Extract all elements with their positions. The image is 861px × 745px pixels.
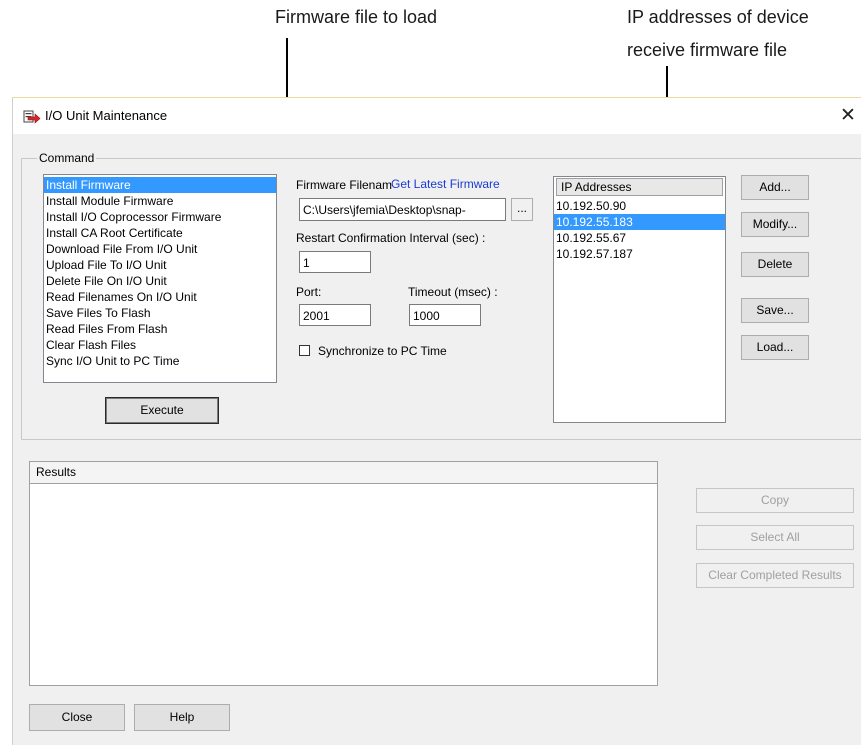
command-list[interactable]: Install Firmware Install Module Firmware I… (43, 174, 277, 383)
callout-ip-line1: IP addresses of device (627, 7, 809, 27)
delete-button[interactable]: Delete (741, 252, 809, 277)
ip-address-list[interactable]: IP Addresses 10.192.50.90 10.192.55.183 10… (553, 176, 726, 423)
select-all-button[interactable]: Select All (696, 525, 854, 550)
command-list-item[interactable]: Delete File On I/O Unit (44, 273, 276, 289)
close-button[interactable]: Close (29, 704, 125, 731)
sync-pc-time-label: Synchronize to PC Time (318, 344, 447, 358)
ip-address-item[interactable]: 10.192.55.183 (554, 214, 725, 230)
callout-ip-line2: receive firmware file (627, 40, 788, 60)
firmware-filename-input[interactable]: C:\Users\jfemia\Desktop\snap- (299, 198, 506, 221)
restart-interval-label: Restart Confirmation Interval (sec) : (296, 231, 486, 245)
command-list-item[interactable]: Install I/O Coprocessor Firmware (44, 209, 276, 225)
ip-address-item[interactable]: 10.192.50.90 (554, 198, 725, 214)
clear-completed-results-button[interactable]: Clear Completed Results (696, 563, 854, 588)
ip-address-item[interactable]: 10.192.55.67 (554, 230, 725, 246)
port-label: Port: (296, 285, 322, 299)
sync-pc-time-checkbox[interactable] (299, 345, 310, 356)
browse-button[interactable]: ... (511, 198, 533, 221)
modify-button[interactable]: Modify... (741, 212, 809, 237)
command-list-item[interactable]: Save Files To Flash (44, 305, 276, 321)
results-panel[interactable]: Results (29, 461, 658, 686)
command-list-item[interactable]: Read Files From Flash (44, 321, 276, 337)
title-bar: I/O Unit Maintenance ✕ (13, 98, 861, 134)
ip-address-item[interactable]: 10.192.57.187 (554, 246, 725, 262)
io-unit-maintenance-window: I/O Unit Maintenance ✕ Command Install F… (12, 97, 861, 745)
timeout-input[interactable]: 1000 (409, 304, 481, 326)
command-list-item[interactable]: Install Firmware (44, 177, 276, 193)
command-list-item[interactable]: Sync I/O Unit to PC Time (44, 353, 276, 369)
command-list-item[interactable]: Install CA Root Certificate (44, 225, 276, 241)
io-unit-arrow-icon (23, 108, 41, 124)
restart-interval-input[interactable]: 1 (299, 251, 371, 273)
command-list-item[interactable]: Read Filenames On I/O Unit (44, 289, 276, 305)
command-list-item[interactable]: Clear Flash Files (44, 337, 276, 353)
get-latest-firmware-link[interactable]: Get Latest Firmware (391, 177, 500, 191)
load-button[interactable]: Load... (741, 335, 809, 360)
close-icon[interactable]: ✕ (836, 102, 860, 128)
add-button[interactable]: Add... (741, 175, 809, 200)
copy-button[interactable]: Copy (696, 488, 854, 513)
callout-firmware-file: Firmware file to load (275, 7, 438, 27)
execute-button[interactable]: Execute (105, 397, 219, 424)
window-title: I/O Unit Maintenance (45, 108, 168, 123)
command-list-item[interactable]: Install Module Firmware (44, 193, 276, 209)
results-header: Results (30, 462, 657, 484)
ip-list-header[interactable]: IP Addresses (556, 178, 723, 196)
firmware-filename-label: Firmware Filenam (296, 178, 393, 192)
help-button[interactable]: Help (134, 704, 230, 731)
command-list-item[interactable]: Download File From I/O Unit (44, 241, 276, 257)
port-input[interactable]: 2001 (299, 304, 371, 326)
command-list-item[interactable]: Upload File To I/O Unit (44, 257, 276, 273)
command-group-label: Command (37, 151, 97, 165)
save-button[interactable]: Save... (741, 298, 809, 323)
timeout-label: Timeout (msec) : (408, 285, 498, 299)
